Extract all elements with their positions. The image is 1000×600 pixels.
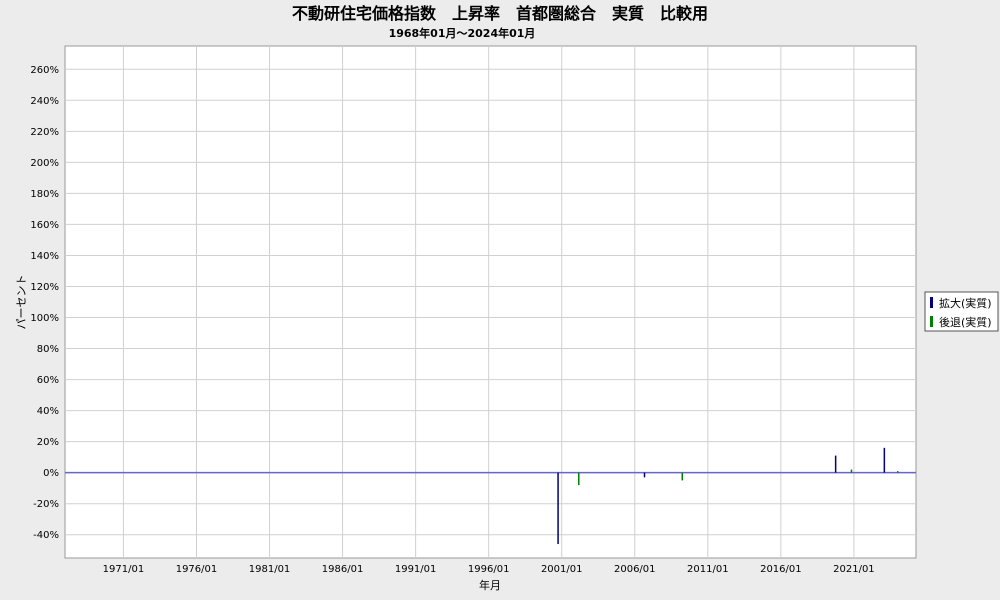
x-tick-label: 1971/01: [103, 564, 145, 575]
legend-label-expansion: 拡大(実質): [939, 296, 992, 310]
plot-area: [64, 45, 917, 559]
legend: 拡大(実質) 後退(実質): [924, 291, 999, 332]
chart-subtitle: 1968年01月～2024年01月: [389, 26, 536, 40]
x-tick-label: 2011/01: [687, 564, 729, 575]
y-tick-label: 20%: [37, 437, 59, 448]
y-tick-label: 0%: [43, 468, 59, 479]
x-tick-label: 2016/01: [760, 564, 802, 575]
x-tick-label: 1981/01: [249, 564, 291, 575]
bar-recession: [850, 469, 853, 473]
chart-root: 不動研住宅価格指数 上昇率 首都圏総合 実質 比較用 1968年01月～2024…: [0, 0, 1000, 600]
y-tick-label: 140%: [30, 251, 59, 262]
x-tick-label: 2006/01: [614, 564, 656, 575]
x-tick-label: 2001/01: [541, 564, 583, 575]
y-tick-label: 180%: [30, 189, 59, 200]
bar-expansion: [834, 455, 837, 473]
x-tick-labels: 1971/01 1976/01 1981/01 1986/01 1991/01 1996/…: [103, 564, 875, 575]
y-tick-labels: -40% -20% 0% 20% 40% 60% 80% 100% 120% 140% 160% 18…: [30, 65, 59, 541]
y-tick-label: 60%: [37, 375, 59, 386]
x-tick-label: 1986/01: [322, 564, 364, 575]
x-tick-label: 1976/01: [176, 564, 218, 575]
x-tick-label: 1991/01: [395, 564, 437, 575]
legend-swatch-expansion: [930, 297, 933, 308]
y-tick-label: 120%: [30, 282, 59, 293]
bar-recession: [578, 472, 580, 486]
y-tick-label: 100%: [30, 313, 59, 324]
y-axis-label: パーセント: [15, 275, 28, 330]
x-axis-label: 年月: [479, 578, 501, 592]
y-tick-label: 240%: [30, 96, 59, 107]
y-tick-label: -40%: [33, 530, 59, 541]
y-tick-label: 220%: [30, 127, 59, 138]
y-tick-label: 160%: [30, 220, 59, 231]
bar-expansion: [557, 472, 559, 545]
y-tick-label: -20%: [33, 499, 59, 510]
y-tick-label: 40%: [37, 406, 59, 417]
y-tick-label: 260%: [30, 65, 59, 76]
chart-svg: 不動研住宅価格指数 上昇率 首都圏総合 実質 比較用 1968年01月～2024…: [15, 4, 999, 592]
legend-label-recession: 後退(実質): [939, 315, 992, 329]
bar-recession: [681, 472, 683, 481]
chart-title: 不動研住宅価格指数 上昇率 首都圏総合 実質 比較用: [292, 4, 708, 23]
bar-recession: [896, 471, 899, 473]
legend-swatch-recession: [930, 316, 933, 327]
x-tick-label: 2021/01: [833, 564, 875, 575]
x-tick-label: 1996/01: [468, 564, 510, 575]
y-tick-label: 200%: [30, 158, 59, 169]
bar-expansion: [643, 472, 646, 478]
bar-expansion: [883, 447, 886, 473]
y-tick-label: 80%: [37, 344, 59, 355]
